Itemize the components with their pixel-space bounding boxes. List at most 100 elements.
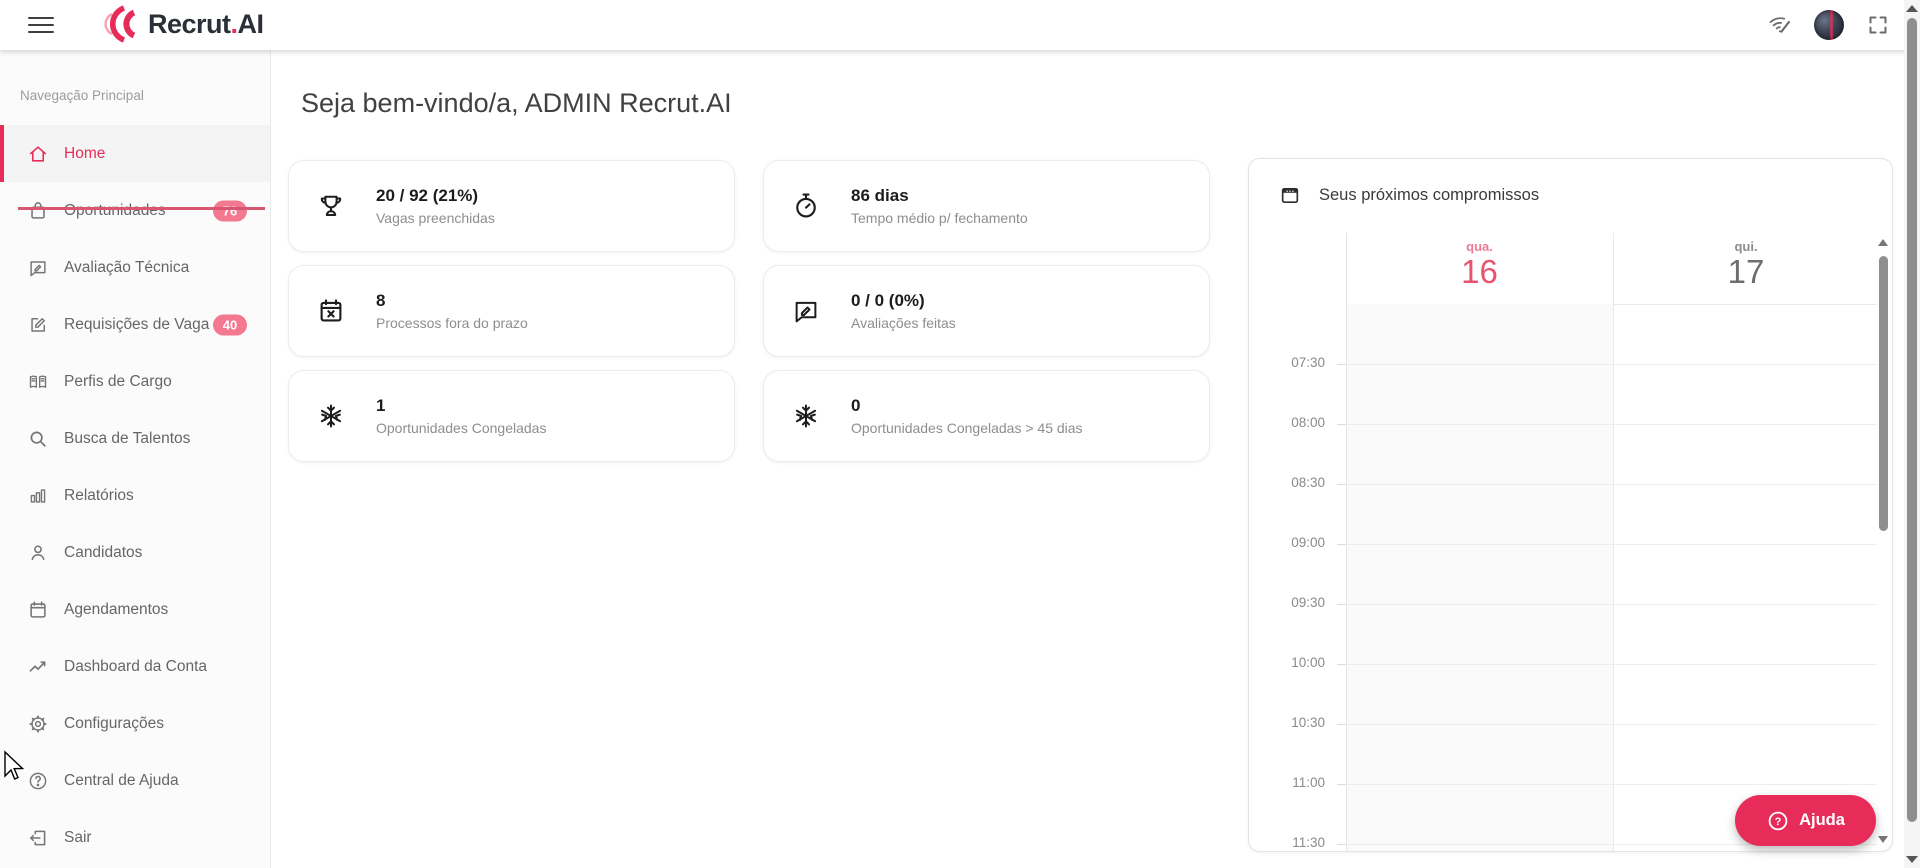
day-number: 16 xyxy=(1461,253,1498,290)
stat-card: 20 / 92 (21%) Vagas preenchidas xyxy=(288,160,735,252)
sidebar-item-busca-de-talentos[interactable]: Busca de Talentos xyxy=(0,410,270,467)
stat-card-value: 0 xyxy=(851,396,861,415)
sidebar-item-label: Central de Ajuda xyxy=(64,771,179,789)
sidebar-item-label: Relatórios xyxy=(64,486,134,504)
stat-card: 86 dias Tempo médio p/ fechamento xyxy=(763,160,1210,252)
sidebar-item-candidatos[interactable]: Candidatos xyxy=(0,524,270,581)
sidebar-item-requisicoes-de-vagas[interactable]: Requisições de Vagas 40 xyxy=(0,296,270,353)
gear-icon xyxy=(27,713,49,735)
sidebar-item-configuracoes[interactable]: Configurações xyxy=(0,695,270,752)
time-label: 08:00 xyxy=(1291,415,1325,430)
time-label: 10:30 xyxy=(1291,715,1325,730)
grid-line xyxy=(1346,484,1877,485)
network-status-icon[interactable] xyxy=(1768,13,1792,37)
calendar-column-qui-17[interactable] xyxy=(1614,304,1877,851)
book-icon xyxy=(27,371,49,393)
grid-tick xyxy=(1337,484,1346,485)
stat-card-label: Tempo médio p/ fechamento xyxy=(851,210,1028,226)
grid-tick xyxy=(1337,724,1346,725)
stat-card-label: Oportunidades Congeladas xyxy=(376,420,547,436)
stat-card-label: Avaliações feitas xyxy=(851,315,956,331)
calendar-busy-icon xyxy=(316,296,346,326)
stat-card-value: 8 xyxy=(376,291,386,310)
grid-line xyxy=(1346,664,1877,665)
help-button-label: Ajuda xyxy=(1799,811,1845,829)
stat-card-value: 0 / 0 (0%) xyxy=(851,291,925,310)
calendar-icon xyxy=(27,599,49,621)
app-window: Recrut.AI Navegação Principal Home Oportu… xyxy=(0,0,1920,868)
brand-name: Recrut.AI xyxy=(148,8,264,39)
sidebar: Navegação Principal Home Oportunidades 76 A… xyxy=(0,50,271,868)
hamburger-menu-icon[interactable] xyxy=(28,14,54,36)
grid-line xyxy=(1346,424,1877,425)
sidebar-item-avaliacao-tecnica[interactable]: Avaliação Técnica xyxy=(0,239,270,296)
stat-card-text: 0 / 0 (0%) Avaliações feitas xyxy=(851,291,956,331)
stat-card-value: 1 xyxy=(376,396,386,415)
calendar-column-qua-16[interactable] xyxy=(1347,304,1613,851)
sidebar-item-label: Oportunidades xyxy=(64,201,166,219)
sidebar-item-sair[interactable]: Sair xyxy=(0,809,270,866)
sidebar-item-oportunidades[interactable]: Oportunidades 76 xyxy=(0,182,270,239)
scroll-down-icon[interactable] xyxy=(1906,856,1918,863)
scroll-up-icon[interactable] xyxy=(1878,239,1888,246)
time-label: 07:30 xyxy=(1291,355,1325,370)
grid-line xyxy=(1346,784,1877,785)
stat-card-value: 86 dias xyxy=(851,186,909,205)
sidebar-item-dashboard-da-conta[interactable]: Dashboard da Conta xyxy=(0,638,270,695)
page-scrollbar-thumb[interactable] xyxy=(1907,18,1917,822)
stat-card-text: 0 Oportunidades Congeladas > 45 dias xyxy=(851,396,1083,436)
day-header-qua-16: qua. 16 xyxy=(1346,233,1613,304)
sidebar-item-home[interactable]: Home xyxy=(0,125,270,182)
grid-tick xyxy=(1337,784,1346,785)
sidebar-item-label: Configurações xyxy=(64,714,164,732)
help-icon xyxy=(27,770,49,792)
calendar-scrollbar-thumb[interactable] xyxy=(1879,256,1888,531)
mouse-cursor xyxy=(4,750,25,780)
calendar-scrollbar[interactable] xyxy=(1878,237,1890,845)
stat-cards: 20 / 92 (21%) Vagas preenchidas 86 dias Tem… xyxy=(288,160,1210,462)
scroll-down-icon[interactable] xyxy=(1878,836,1888,843)
sidebar-item-label: Busca de Talentos xyxy=(64,429,191,447)
sidebar-item-agendamentos[interactable]: Agendamentos xyxy=(0,581,270,638)
user-avatar[interactable] xyxy=(1814,10,1844,40)
snowflake-icon xyxy=(316,401,346,431)
help-button[interactable]: ? Ajuda xyxy=(1735,795,1876,846)
day-abbr: qua. xyxy=(1466,239,1493,254)
sidebar-nav: Home Oportunidades 76 Avaliação Técnica Requ… xyxy=(0,125,270,866)
stat-card-text: 8 Processos fora do prazo xyxy=(376,291,528,331)
sidebar-item-relatorios[interactable]: Relatórios xyxy=(0,467,270,524)
sidebar-item-label: Requisições de Vagas xyxy=(64,315,210,333)
grid-tick xyxy=(1337,844,1346,845)
time-label: 11:00 xyxy=(1292,775,1325,790)
home-icon xyxy=(27,143,49,165)
time-label: 08:30 xyxy=(1291,475,1325,490)
day-header-qui-17: qui. 17 xyxy=(1613,233,1879,304)
stat-card-label: Oportunidades Congeladas > 45 dias xyxy=(851,420,1083,436)
sidebar-item-label: Home xyxy=(64,144,106,162)
sidebar-item-perfis-de-cargo[interactable]: Perfis de Cargo xyxy=(0,353,270,410)
grid-tick xyxy=(1337,664,1346,665)
bar-chart-icon xyxy=(27,485,49,507)
trending-icon xyxy=(27,656,49,678)
sidebar-item-central-de-ajuda[interactable]: Central de Ajuda xyxy=(0,752,270,809)
day-abbr: qui. xyxy=(1734,239,1758,254)
stat-card: 0 / 0 (0%) Avaliações feitas xyxy=(763,265,1210,357)
sidebar-divider xyxy=(18,207,265,210)
question-circle-icon: ? xyxy=(1766,809,1790,833)
sidebar-item-label: Avaliação Técnica xyxy=(64,258,190,276)
grid-tick xyxy=(1337,424,1346,425)
top-bar: Recrut.AI xyxy=(0,0,1920,50)
stat-card-value: 20 / 92 (21%) xyxy=(376,186,479,205)
day-number: 17 xyxy=(1727,253,1765,290)
page-title: Seja bem-vindo/a, ADMIN Recrut.AI xyxy=(301,88,732,118)
fullscreen-icon[interactable] xyxy=(1866,13,1890,37)
page-scrollbar[interactable] xyxy=(1904,0,1920,868)
person-icon xyxy=(27,542,49,564)
grid-tick xyxy=(1337,364,1346,365)
grid-line xyxy=(1346,364,1877,365)
scroll-up-icon[interactable] xyxy=(1906,5,1918,12)
brand-logo: Recrut.AI xyxy=(98,3,264,45)
time-label: 09:00 xyxy=(1291,535,1325,550)
appointments-calendar: Seus próximos compromissos qua. 16 qui. 17 … xyxy=(1248,158,1893,852)
calendar-title: Seus próximos compromissos xyxy=(1319,186,1540,204)
